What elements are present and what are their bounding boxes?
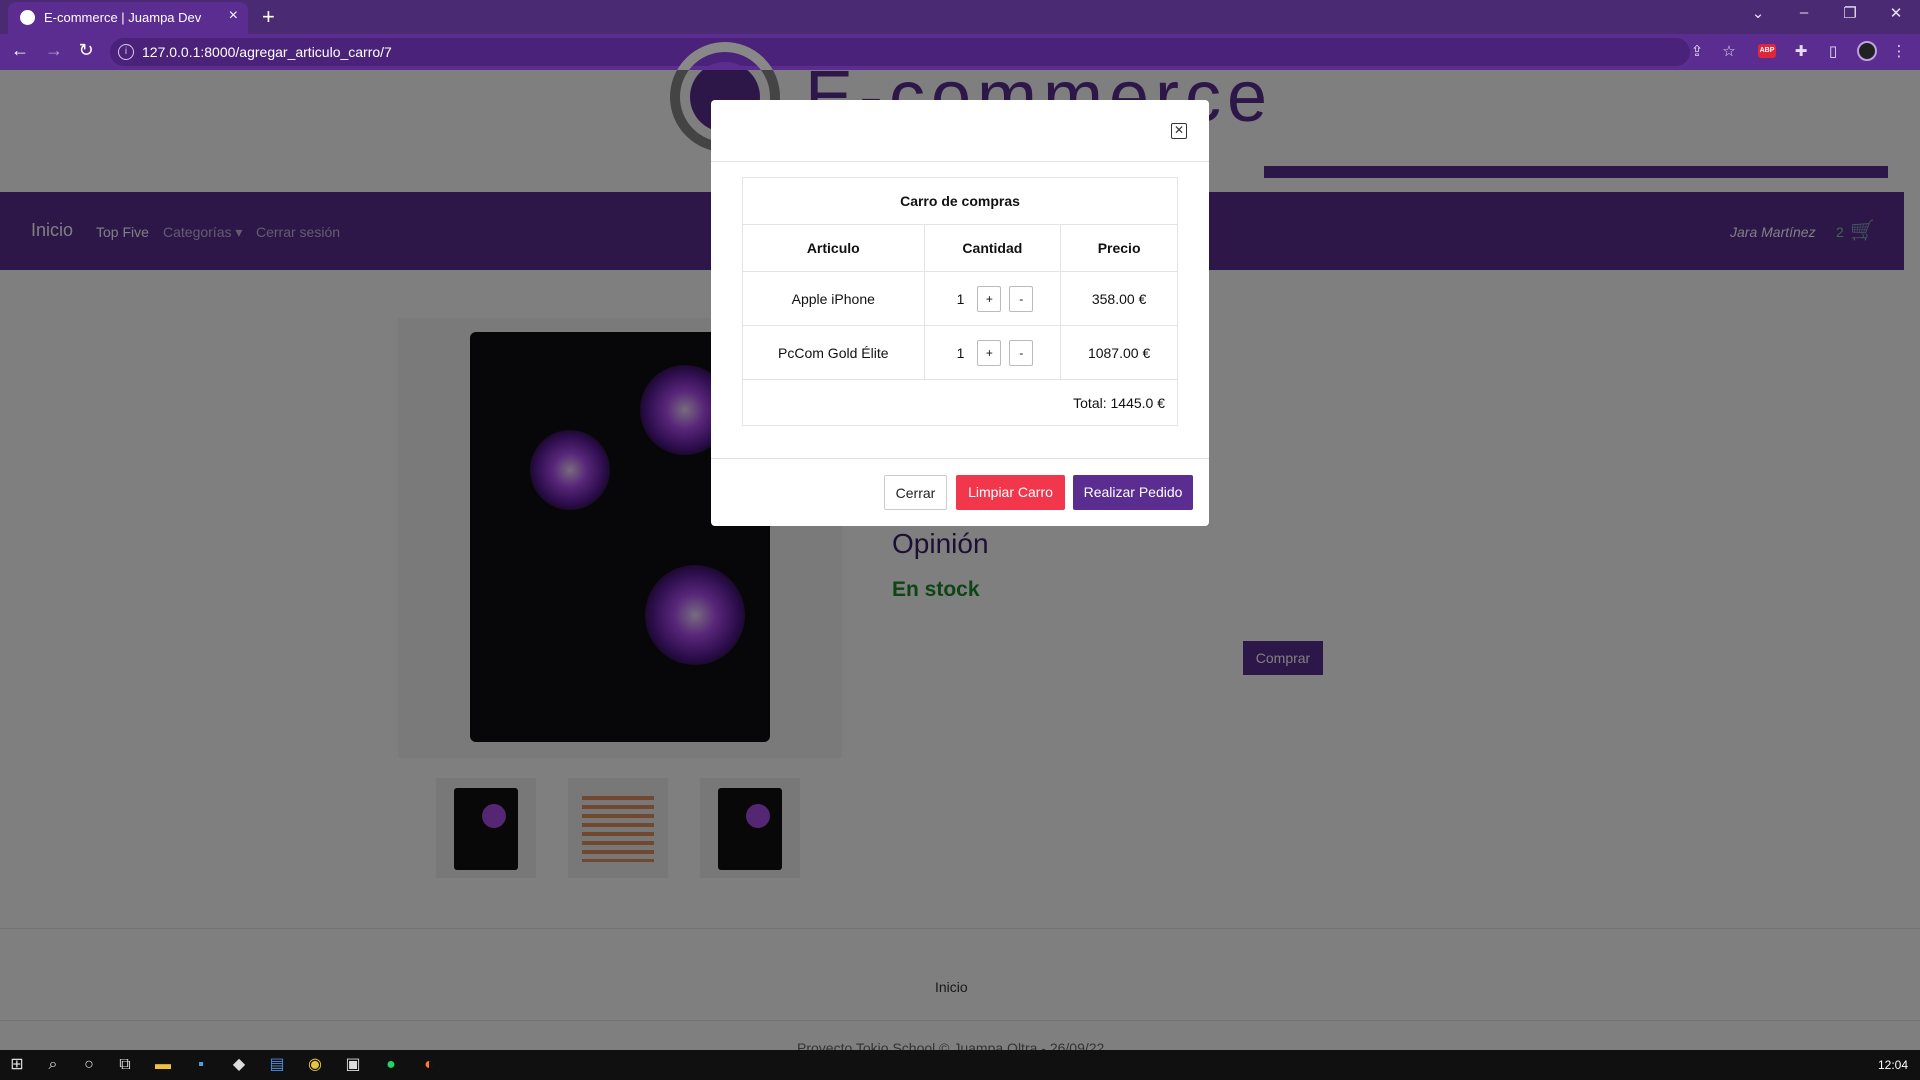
- app-icon[interactable]: ◆: [228, 1054, 250, 1076]
- modal-footer-divider: [711, 458, 1209, 459]
- document-app-icon[interactable]: ▤: [266, 1054, 288, 1076]
- item-qty: 1: [956, 344, 965, 361]
- url-text: 127.0.0.1:8000/agregar_articulo_carro/7: [142, 44, 392, 60]
- cart-table: Carro de compras Articulo Cantidad Preci…: [742, 177, 1178, 426]
- cart-total: Total: 1445.0 €: [742, 379, 1178, 426]
- windows-taskbar: [0, 1050, 1920, 1080]
- windows-start-icon[interactable]: ⊞: [6, 1054, 28, 1076]
- col-header-precio: Precio: [1060, 224, 1178, 272]
- table-row: PcCom Gold Élite 1 + - 1087.00 €: [742, 325, 1178, 380]
- spotify-icon[interactable]: ●: [380, 1054, 402, 1076]
- reload-icon[interactable]: ↻: [74, 40, 98, 61]
- realizar-pedido-button[interactable]: Realizar Pedido: [1073, 475, 1193, 510]
- pycharm-icon[interactable]: ▣: [342, 1054, 364, 1076]
- restore-icon[interactable]: ❐: [1830, 4, 1870, 22]
- firefox-icon[interactable]: ◐: [418, 1054, 440, 1076]
- app-icon[interactable]: ▪: [190, 1054, 212, 1076]
- tab-search-icon[interactable]: ⌄: [1738, 4, 1778, 22]
- new-tab-icon[interactable]: +: [262, 4, 275, 30]
- close-window-icon[interactable]: ✕: [1876, 4, 1916, 22]
- item-price: 358.00 €: [1060, 271, 1178, 326]
- item-quantity-cell: 1 + -: [923, 325, 1062, 380]
- modal-header-divider: [711, 161, 1209, 162]
- taskbar-clock: 12:04: [1878, 1058, 1909, 1072]
- cart-table-caption: Carro de compras: [742, 177, 1178, 225]
- file-explorer-icon[interactable]: ▬: [152, 1054, 174, 1076]
- item-quantity-cell: 1 + -: [923, 271, 1062, 326]
- tab-title: E-commerce | Juampa Dev: [44, 10, 202, 25]
- site-favicon-icon: [20, 10, 35, 25]
- profile-avatar[interactable]: [1857, 41, 1877, 61]
- qty-plus-button[interactable]: +: [977, 339, 1002, 366]
- qty-minus-button[interactable]: -: [1009, 285, 1034, 312]
- search-icon[interactable]: ⌕: [42, 1054, 64, 1076]
- share-icon[interactable]: ⇪: [1686, 42, 1708, 60]
- forward-icon[interactable]: →: [42, 40, 66, 61]
- item-name: PcCom Gold Élite: [742, 325, 925, 380]
- task-view-icon[interactable]: ⧉: [114, 1054, 136, 1076]
- cerrar-button[interactable]: Cerrar: [884, 475, 947, 510]
- browser-tab-strip: [0, 0, 1920, 34]
- item-name: Apple iPhone: [742, 271, 925, 326]
- site-info-icon[interactable]: i: [118, 44, 134, 60]
- qty-plus-button[interactable]: +: [977, 285, 1002, 312]
- browser-tab[interactable]: E-commerce | Juampa Dev ×: [8, 2, 248, 34]
- minimize-icon[interactable]: –: [1784, 4, 1824, 21]
- bookmark-star-icon[interactable]: ☆: [1718, 42, 1740, 60]
- adblock-extension-icon[interactable]: ABP: [1758, 44, 1776, 58]
- limpiar-carro-button[interactable]: Limpiar Carro: [956, 475, 1065, 510]
- table-row: Apple iPhone 1 + - 358.00 €: [742, 271, 1178, 326]
- extensions-puzzle-icon[interactable]: ✚: [1790, 42, 1812, 60]
- item-price: 1087.00 €: [1060, 325, 1178, 380]
- back-icon[interactable]: ←: [8, 40, 32, 61]
- cortana-icon[interactable]: ○: [78, 1054, 100, 1076]
- col-header-articulo: Articulo: [742, 224, 925, 272]
- qty-minus-button[interactable]: -: [1009, 339, 1034, 366]
- col-header-cantidad: Cantidad: [923, 224, 1062, 272]
- chrome-icon[interactable]: ◉: [304, 1054, 326, 1076]
- side-panel-icon[interactable]: ▯: [1822, 42, 1844, 60]
- item-qty: 1: [956, 290, 965, 307]
- modal-close-icon[interactable]: ✕: [1171, 123, 1187, 139]
- tab-close-icon[interactable]: ×: [229, 7, 238, 25]
- browser-menu-icon[interactable]: ⋮: [1888, 42, 1910, 60]
